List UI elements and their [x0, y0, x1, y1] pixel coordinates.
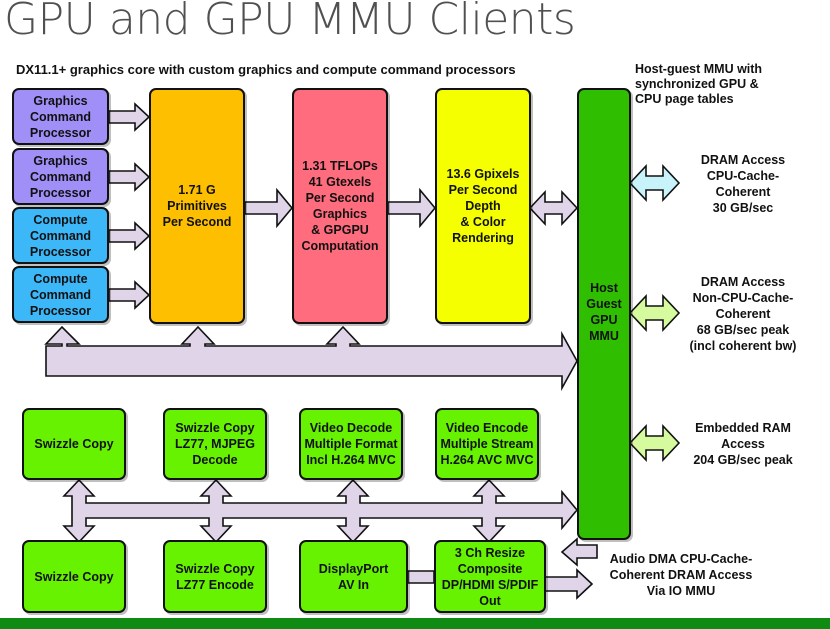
- embedded-ram-label: Embedded RAM Access 204 GB/sec peak: [693, 421, 793, 467]
- arrow-audio-dma-in: [560, 537, 598, 567]
- arrow-gcp2-to-primitives: [108, 162, 151, 192]
- arrow-ccp1-to-primitives: [108, 221, 151, 251]
- client-video-decode[interactable]: Video Decode Multiple Format Incl H.264 …: [299, 408, 403, 480]
- client-swizzle-copy-2[interactable]: Swizzle Copy: [22, 540, 126, 613]
- primitives-block[interactable]: 1.71 G Primitives Per Second: [149, 88, 245, 324]
- compute-command-processor-1[interactable]: Compute Command Processor: [12, 207, 109, 264]
- compute-command-processor-2[interactable]: Compute Command Processor: [12, 266, 109, 323]
- arrow-displayport-to-composite: [407, 570, 435, 584]
- depth-color-rendering-block[interactable]: 13.6 Gpixels Per Second Depth & Color Re…: [435, 88, 531, 324]
- arrow-shader-to-rop: [387, 187, 437, 229]
- client-swizzle-copy-lz77-encode[interactable]: Swizzle Copy LZ77 Encode: [163, 540, 267, 613]
- top-bus-to-mmu: [44, 325, 578, 392]
- graphics-command-processor-1[interactable]: Graphics Command Processor: [12, 88, 109, 145]
- arrow-primitives-to-shader: [244, 187, 294, 229]
- client-video-encode[interactable]: Video Encode Multiple Stream H.264 AVC M…: [435, 408, 539, 480]
- dram-noncoherent-label: DRAM Access Non-CPU-Cache- Coherent 68 G…: [689, 275, 797, 353]
- footer-bar: [0, 618, 830, 629]
- arrow-ccp2-to-primitives: [108, 280, 151, 310]
- diagram-subtitle: DX11.1+ graphics core with custom graphi…: [16, 62, 516, 77]
- mmu-note: Host-guest MMU with synchronized GPU & C…: [635, 62, 763, 106]
- audio-dma-note: Audio DMA CPU-Cache- Coherent DRAM Acces…: [609, 552, 753, 598]
- client-resize-composite-out[interactable]: 3 Ch Resize Composite DP/HDMI S/PDIF Out: [434, 540, 546, 613]
- slide-title: GPU and GPU MMU Clients: [4, 0, 576, 45]
- client-displayport-av-in[interactable]: DisplayPort AV In: [299, 540, 408, 613]
- client-swizzle-copy-lz77-mjpeg-decode[interactable]: Swizzle Copy LZ77, MJPEG Decode: [163, 408, 267, 480]
- host-guest-gpu-mmu[interactable]: Host Guest GPU MMU: [577, 88, 631, 540]
- shader-compute-block[interactable]: 1.31 TFLOPs 41 Gtexels Per Second Graphi…: [292, 88, 388, 324]
- arrow-rop-mmu-bidirectional: [528, 189, 579, 227]
- bottom-bus-to-mmu: [62, 478, 579, 544]
- arrow-gcp1-to-primitives: [108, 102, 151, 132]
- client-swizzle-copy-1[interactable]: Swizzle Copy: [22, 408, 126, 480]
- graphics-command-processor-2[interactable]: Graphics Command Processor: [12, 148, 109, 205]
- dram-coherent-label: DRAM Access CPU-Cache- Coherent 30 GB/se…: [700, 153, 786, 215]
